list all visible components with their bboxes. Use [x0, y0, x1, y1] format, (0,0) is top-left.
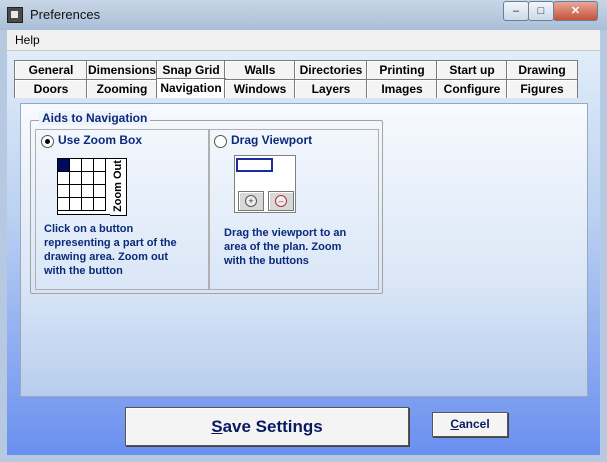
app-icon[interactable]	[7, 7, 23, 23]
zoom-box-description: Click on a button representing a part of…	[44, 222, 177, 278]
client-area: General Dimensions Snap Grid Walls Direc…	[7, 51, 600, 455]
drag-viewport-radio[interactable]	[214, 135, 227, 148]
cancel-button[interactable]: Cancel	[432, 412, 508, 437]
tab-general[interactable]: General	[14, 60, 88, 79]
tab-zooming[interactable]: Zooming	[86, 79, 158, 98]
drag-viewport-desc-line: with the buttons	[224, 255, 309, 267]
maximize-button[interactable]: □	[528, 1, 554, 21]
zoom-cell[interactable]	[82, 159, 94, 172]
zoom-cell[interactable]	[58, 172, 70, 185]
tab-windows[interactable]: Windows	[224, 79, 296, 98]
zoom-box-desc-line: representing a part of the	[44, 237, 177, 249]
zoom-cell[interactable]	[82, 185, 94, 198]
drag-viewport-label[interactable]: Drag Viewport	[231, 133, 312, 147]
zoom-cell[interactable]	[94, 159, 106, 172]
zoom-cell[interactable]	[58, 159, 70, 172]
window-title: Preferences	[30, 7, 101, 22]
window-frame-left	[0, 30, 7, 462]
drag-viewport-description: Drag the viewport to an area of the plan…	[224, 226, 346, 268]
zoom-cell[interactable]	[70, 159, 82, 172]
tab-figures[interactable]: Figures	[506, 79, 578, 98]
minimize-button[interactable]: –	[503, 1, 529, 21]
zoom-cell[interactable]	[70, 198, 82, 211]
tab-dimensions[interactable]: Dimensions	[86, 60, 158, 79]
title-bar: Preferences – □ ✕	[0, 0, 607, 31]
viewport-zoom-out-button[interactable]: –	[268, 191, 294, 211]
tab-configure[interactable]: Configure	[436, 79, 508, 98]
zoom-box-desc-line: Click on a button	[44, 223, 134, 235]
zoom-box-radio[interactable]	[41, 135, 54, 148]
zoom-cell[interactable]	[94, 198, 106, 211]
group-title: Aids to Navigation	[39, 111, 151, 125]
menu-bar: Help	[7, 30, 600, 51]
zoom-cell[interactable]	[94, 185, 106, 198]
viewport-zoom-in-button[interactable]: +	[238, 191, 264, 211]
zoom-cell[interactable]	[58, 198, 70, 211]
window-frame-right	[600, 30, 607, 462]
close-button[interactable]: ✕	[553, 1, 598, 21]
zoom-cell[interactable]	[58, 185, 70, 198]
tab-drawing[interactable]: Drawing	[506, 60, 578, 79]
tab-start-up[interactable]: Start up	[436, 60, 508, 79]
zoom-cell[interactable]	[70, 172, 82, 185]
viewport-rectangle[interactable]	[236, 158, 273, 172]
drag-viewport-desc-line: area of the plan. Zoom	[224, 241, 342, 253]
window-frame-bottom	[0, 455, 607, 462]
tab-navigation[interactable]: Navigation	[156, 78, 226, 98]
zoom-minus-icon: –	[275, 195, 287, 207]
zoom-box-label[interactable]: Use Zoom Box	[58, 133, 142, 147]
save-settings-button[interactable]: Save Settings	[125, 407, 409, 446]
tab-images[interactable]: Images	[366, 79, 438, 98]
menu-help[interactable]: Help	[15, 33, 40, 47]
tab-doors[interactable]: Doors	[14, 79, 88, 98]
zoom-out-label: Zoom Out	[112, 160, 124, 212]
tab-layers[interactable]: Layers	[294, 79, 368, 98]
drag-viewport-desc-line: Drag the viewport to an	[224, 227, 347, 239]
zoom-box-desc-line: with the button	[44, 265, 123, 277]
tab-printing[interactable]: Printing	[366, 60, 438, 79]
zoom-cell[interactable]	[82, 198, 94, 211]
zoom-cell[interactable]	[82, 172, 94, 185]
zoom-box-desc-line: drawing area. Zoom out	[44, 251, 169, 263]
zoom-cell[interactable]	[94, 172, 106, 185]
tab-directories[interactable]: Directories	[294, 60, 368, 79]
tab-walls[interactable]: Walls	[224, 60, 296, 79]
zoom-cell[interactable]	[70, 185, 82, 198]
zoom-in-icon: +	[245, 195, 257, 207]
tab-snap-grid[interactable]: Snap Grid	[156, 60, 226, 79]
